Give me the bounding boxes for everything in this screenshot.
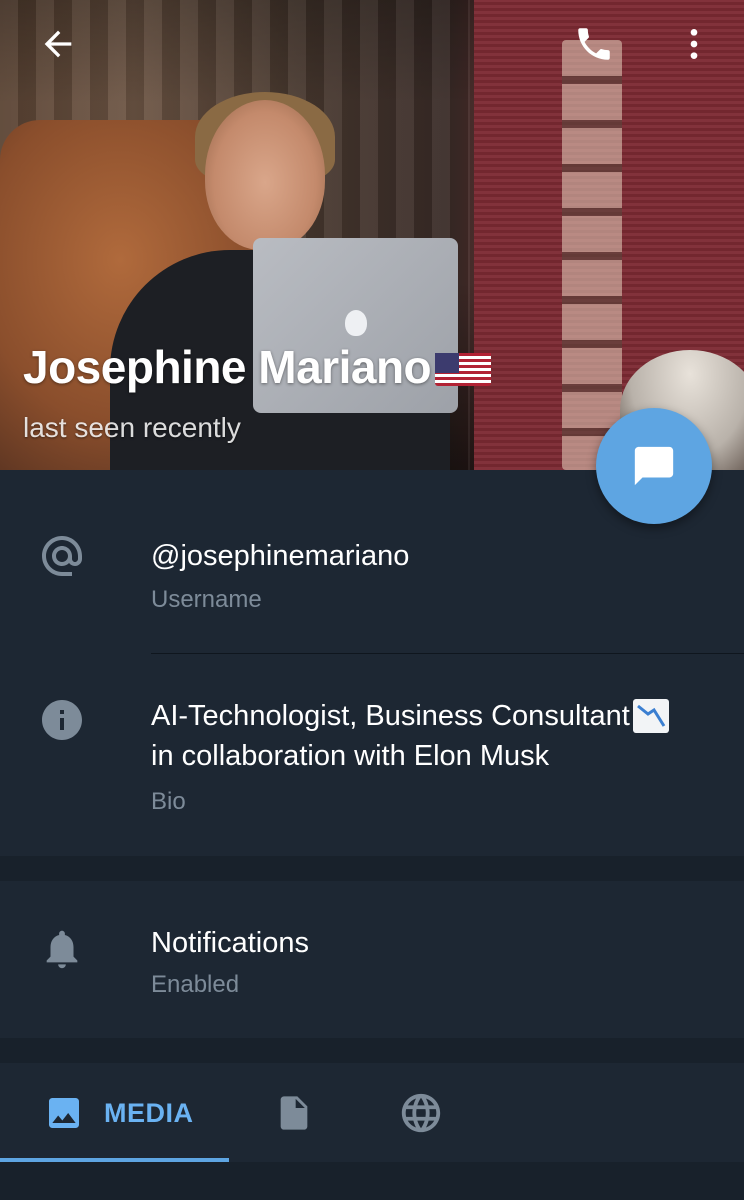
profile-info-section: @josephinemariano Username AI-Technologi… bbox=[0, 470, 744, 856]
more-vertical-icon bbox=[690, 29, 698, 59]
notifications-status: Enabled bbox=[151, 971, 240, 998]
notifications-title: Notifications bbox=[151, 927, 309, 959]
username-value: @josephinemariano bbox=[151, 540, 410, 572]
bell-icon bbox=[36, 923, 88, 975]
bio-line-2: in collaboration with Elon Musk bbox=[151, 740, 550, 772]
crystal-lamp bbox=[562, 40, 622, 470]
more-options-button[interactable] bbox=[664, 14, 724, 74]
back-button[interactable] bbox=[28, 14, 88, 74]
us-flag-icon bbox=[435, 348, 492, 386]
chart-decreasing-icon bbox=[632, 698, 670, 734]
at-icon bbox=[36, 530, 88, 582]
image-icon bbox=[49, 1098, 79, 1128]
profile-name: Josephine Mariano bbox=[23, 341, 432, 393]
file-icon bbox=[280, 1096, 308, 1130]
globe-icon bbox=[401, 1093, 441, 1133]
send-message-button[interactable] bbox=[596, 408, 712, 524]
person-head bbox=[205, 100, 325, 250]
notifications-row[interactable]: Notifications Enabled bbox=[0, 913, 744, 1013]
row-divider bbox=[151, 653, 744, 654]
bio-value: AI-Technologist, Business Consultant in … bbox=[151, 696, 711, 776]
shared-media-tabs: MEDIA bbox=[0, 1063, 744, 1200]
bio-label: Bio bbox=[151, 788, 186, 815]
username-label: Username bbox=[151, 586, 262, 613]
notifications-section: Notifications Enabled bbox=[0, 881, 744, 1038]
message-icon bbox=[634, 446, 674, 486]
tab-links[interactable] bbox=[398, 1063, 444, 1163]
profile-header-photo[interactable]: Josephine Mariano last seen recently bbox=[0, 0, 744, 470]
bio-row[interactable]: AI-Technologist, Business Consultant in … bbox=[0, 684, 744, 824]
last-seen-status: last seen recently bbox=[23, 412, 241, 443]
info-icon bbox=[36, 694, 88, 746]
call-button[interactable] bbox=[564, 14, 624, 74]
tab-files[interactable] bbox=[274, 1063, 314, 1163]
username-row[interactable]: @josephinemariano Username bbox=[0, 520, 744, 650]
tab-media[interactable]: MEDIA bbox=[44, 1063, 194, 1163]
phone-icon bbox=[578, 28, 610, 60]
profile-name-row: Josephine Mariano bbox=[23, 340, 492, 394]
tab-content-area bbox=[0, 1162, 744, 1200]
tab-media-label: MEDIA bbox=[104, 1097, 194, 1128]
arrow-left-icon bbox=[44, 30, 72, 58]
bio-line-1: AI-Technologist, Business Consultant bbox=[151, 700, 630, 732]
